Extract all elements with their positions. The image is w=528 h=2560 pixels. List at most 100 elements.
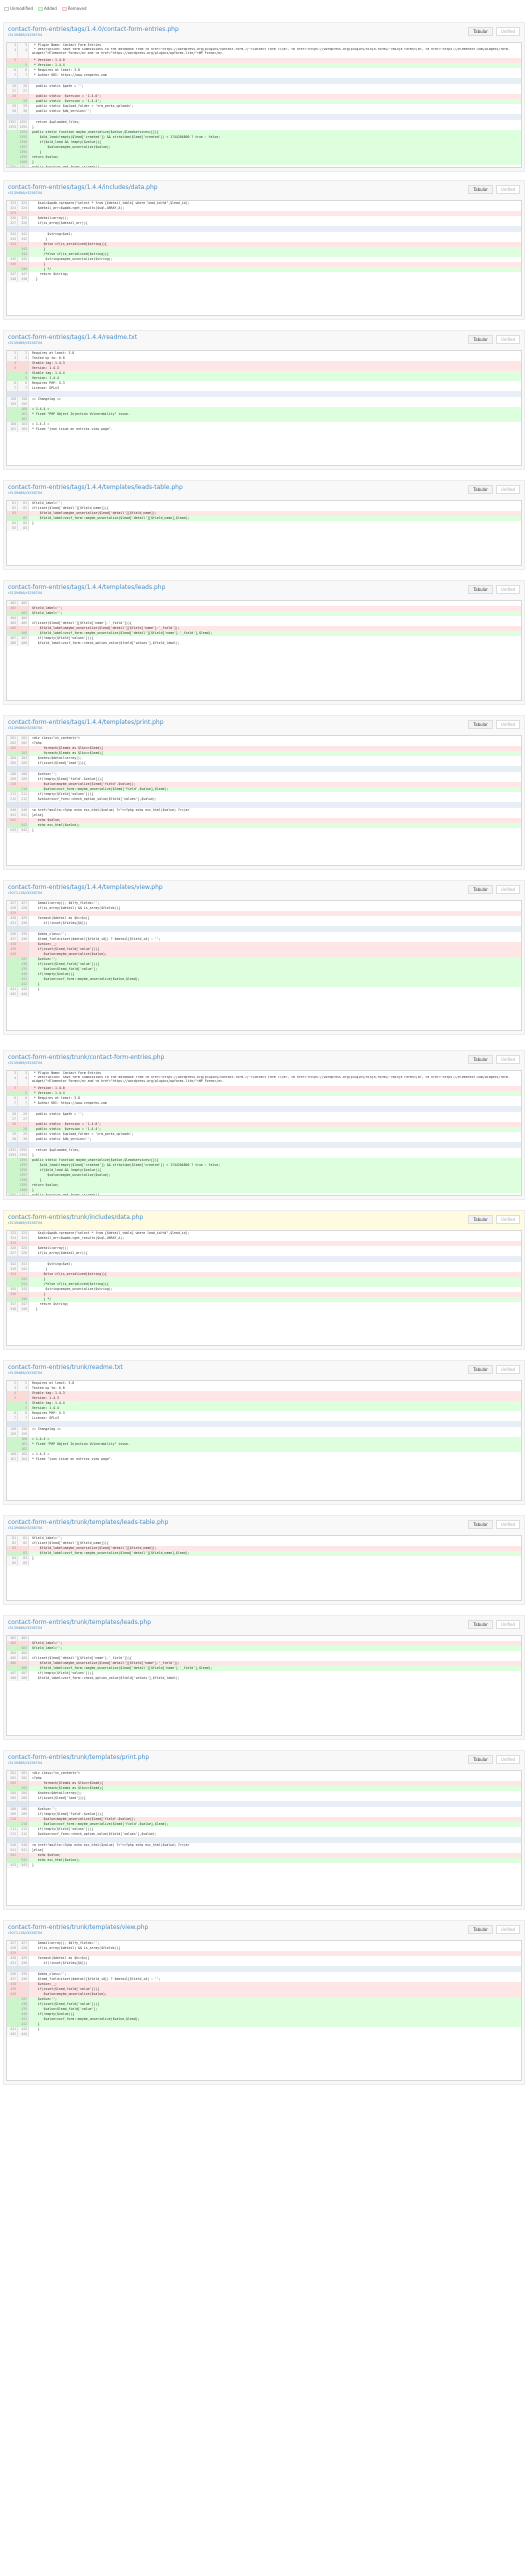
file-path-link[interactable]: contact-form-entries/trunk/templates/lea… [8, 1519, 520, 1526]
revision-link[interactable]: r3139486/r3258704 [8, 341, 520, 346]
diff-table: 2 2 Requires at least: 3.8 3 3 Tested up to: … [6, 1380, 522, 1501]
old-line-number: 543 [7, 828, 18, 833]
file-path-link[interactable]: contact-form-entries/trunk/includes/data… [8, 1214, 520, 1221]
tab-unified[interactable]: Unified [495, 1925, 520, 1934]
code-text: public function get_forms_js(pack){ [32, 1193, 100, 1196]
view-mode-tabs: Tabular Unified [468, 185, 520, 194]
file-path-link[interactable]: contact-form-entries/trunk/templates/pri… [8, 1754, 520, 1761]
diff-table: 427 427 $email=array(); $dlfy_fields=''; 4… [6, 900, 522, 1031]
diff-table: 33 * Plugin Name: Contact Form Entries 4 4… [6, 1070, 522, 1196]
tab-unified[interactable]: Unified [495, 585, 520, 594]
new-line-number: 164 [18, 1457, 29, 1462]
tab-unified[interactable]: Unified [495, 885, 520, 894]
file-path-link[interactable]: contact-form-entries/tags/1.4.4/readme.t… [8, 334, 520, 341]
file-header: contact-form-entries/trunk/contact-form-… [4, 1051, 524, 1070]
tab-unified[interactable]: Unified [495, 27, 520, 36]
old-line-number: 348 [7, 1307, 18, 1312]
tab-unified[interactable]: Unified [495, 335, 520, 344]
tab-unified[interactable]: Unified [495, 185, 520, 194]
view-mode-tabs: Tabular Unified [468, 1520, 520, 1529]
tab-tabular[interactable]: Tabular [468, 1215, 493, 1224]
tab-tabular[interactable]: Tabular [468, 1755, 493, 1764]
new-line-number: 85 [18, 1561, 29, 1566]
old-line-number: 1394 [7, 1193, 18, 1196]
file-header: contact-form-entries/tags/1.4.0/contact-… [4, 23, 524, 42]
file-path-link[interactable]: contact-form-entries/tags/1.4.4/template… [8, 584, 520, 591]
file-path-link[interactable]: contact-form-entries/trunk/templates/vie… [8, 1924, 520, 1931]
context-line: 1394 1401 public function get_forms_js(pac… [7, 1193, 521, 1196]
file-path-link[interactable]: contact-form-entries/trunk/contact-form-… [8, 1054, 520, 1061]
diff-table: 323 323 $sql=$wpdb->prepare("select * fro… [6, 200, 522, 316]
context-line: 348 348 } [7, 1307, 521, 1312]
tab-unified[interactable]: Unified [495, 1055, 520, 1064]
file-path-link[interactable]: contact-form-entries/tags/1.4.4/template… [8, 719, 520, 726]
diff-file-panel: contact-form-entries/trunk/templates/pri… [3, 1750, 525, 1910]
tab-tabular[interactable]: Tabular [468, 720, 493, 729]
tab-tabular[interactable]: Tabular [468, 27, 493, 36]
tab-tabular[interactable]: Tabular [468, 1620, 493, 1629]
tab-unified[interactable]: Unified [495, 485, 520, 494]
diff-legend: Unmodified Added Removed [4, 4, 87, 13]
context-line: 44 * Description: Save form Submissions … [7, 48, 521, 58]
diff-file-panel: contact-form-entries/tags/1.4.4/template… [3, 580, 525, 705]
tab-unified[interactable]: Unified [495, 720, 520, 729]
revision-link[interactable]: r3139486/r3258704 [8, 1371, 520, 1376]
removed-swatch-icon [61, 7, 67, 11]
file-path-link[interactable]: contact-form-entries/trunk/readme.txt [8, 1364, 520, 1371]
added-swatch-icon [37, 7, 43, 11]
revision-link[interactable]: r3071118/r3258704 [8, 1931, 520, 1936]
file-header: contact-form-entries/tags/1.4.4/template… [4, 716, 524, 735]
diff-table: 201 201 <div class="vx_contents"> 202 202 <?p… [6, 735, 522, 866]
file-path-link[interactable]: contact-form-entries/tags/1.4.4/includes… [8, 184, 520, 191]
revision-link[interactable]: r3139486/r3258704 [8, 1526, 520, 1531]
tab-unified[interactable]: Unified [495, 1520, 520, 1529]
file-path-link[interactable]: contact-form-entries/tags/1.4.0/contact-… [8, 26, 520, 33]
view-mode-tabs: Tabular Unified [468, 885, 520, 894]
tab-tabular[interactable]: Tabular [468, 885, 493, 894]
revision-link[interactable]: r3139486/r3258704 [8, 1061, 520, 1066]
old-line-number: 161 [7, 427, 18, 432]
tab-tabular[interactable]: Tabular [468, 185, 493, 194]
file-path-link[interactable]: contact-form-entries/tags/1.4.4/template… [8, 484, 520, 491]
tab-tabular[interactable]: Tabular [468, 1925, 493, 1934]
tab-unified[interactable]: Unified [495, 1215, 520, 1224]
tab-tabular[interactable]: Tabular [468, 335, 493, 344]
new-line-number: 543 [18, 1863, 29, 1868]
tab-tabular[interactable]: Tabular [468, 1055, 493, 1064]
revision-link[interactable]: r3139486/r3258704 [8, 1626, 520, 1631]
revision-link[interactable]: r3139486/r3258704 [8, 591, 520, 596]
tab-unified[interactable]: Unified [495, 1755, 520, 1764]
diff-table: 201 201 <div class="vx_contents"> 202 202 <?p… [6, 1770, 522, 1906]
file-header: contact-form-entries/tags/1.4.4/template… [4, 481, 524, 500]
revision-link[interactable]: r3139486/r3258704 [8, 1761, 520, 1766]
context-line: 408 408 $field_label=vxcf_form::check_opt… [7, 641, 521, 646]
tab-tabular[interactable]: Tabular [468, 585, 493, 594]
file-path-link[interactable]: contact-form-entries/tags/1.4.4/template… [8, 884, 520, 891]
diff-file-panel: contact-form-entries/trunk/templates/vie… [3, 1920, 525, 2085]
diff-file-panel: contact-form-entries/tags/1.4.4/readme.t… [3, 330, 525, 470]
file-header: contact-form-entries/trunk/templates/vie… [4, 1921, 524, 1940]
file-header: contact-form-entries/trunk/templates/pri… [4, 1751, 524, 1770]
revision-link[interactable]: r3139486/r3258704 [8, 191, 520, 196]
revision-link[interactable]: r3139486/r3258704 [8, 726, 520, 731]
diff-table: 402 402 403 $field_label=''; 403 $field_label… [6, 600, 522, 701]
tab-unified[interactable]: Unified [495, 1365, 520, 1374]
revision-link[interactable]: r3139486/r3258704 [8, 33, 520, 38]
old-line-number: 543 [7, 1863, 18, 1868]
diff-file-panel: contact-form-entries/trunk/templates/lea… [3, 1615, 525, 1740]
tab-tabular[interactable]: Tabular [468, 1520, 493, 1529]
tab-tabular[interactable]: Tabular [468, 1365, 493, 1374]
tab-unified[interactable]: Unified [495, 1620, 520, 1629]
diff-file-panel: contact-form-entries/trunk/readme.txt r31… [3, 1360, 525, 1505]
context-line: 1394 1401 public function get_forms_js(pac… [7, 165, 521, 167]
revision-link[interactable]: r3139486/r3258704 [8, 491, 520, 496]
revision-link[interactable]: r3071118/r3258704 [8, 891, 520, 896]
tab-tabular[interactable]: Tabular [468, 485, 493, 494]
diff-table: 33 * Plugin Name: Contact Form Entries 4 4… [6, 42, 522, 168]
legend-unmodified: Unmodified [4, 6, 33, 11]
file-header: contact-form-entries/tags/1.4.4/readme.t… [4, 331, 524, 350]
revision-link[interactable]: r3139486/r3258704 [8, 1221, 520, 1226]
context-line: 348 348 } [7, 277, 521, 282]
file-path-link[interactable]: contact-form-entries/trunk/templates/lea… [8, 1619, 520, 1626]
